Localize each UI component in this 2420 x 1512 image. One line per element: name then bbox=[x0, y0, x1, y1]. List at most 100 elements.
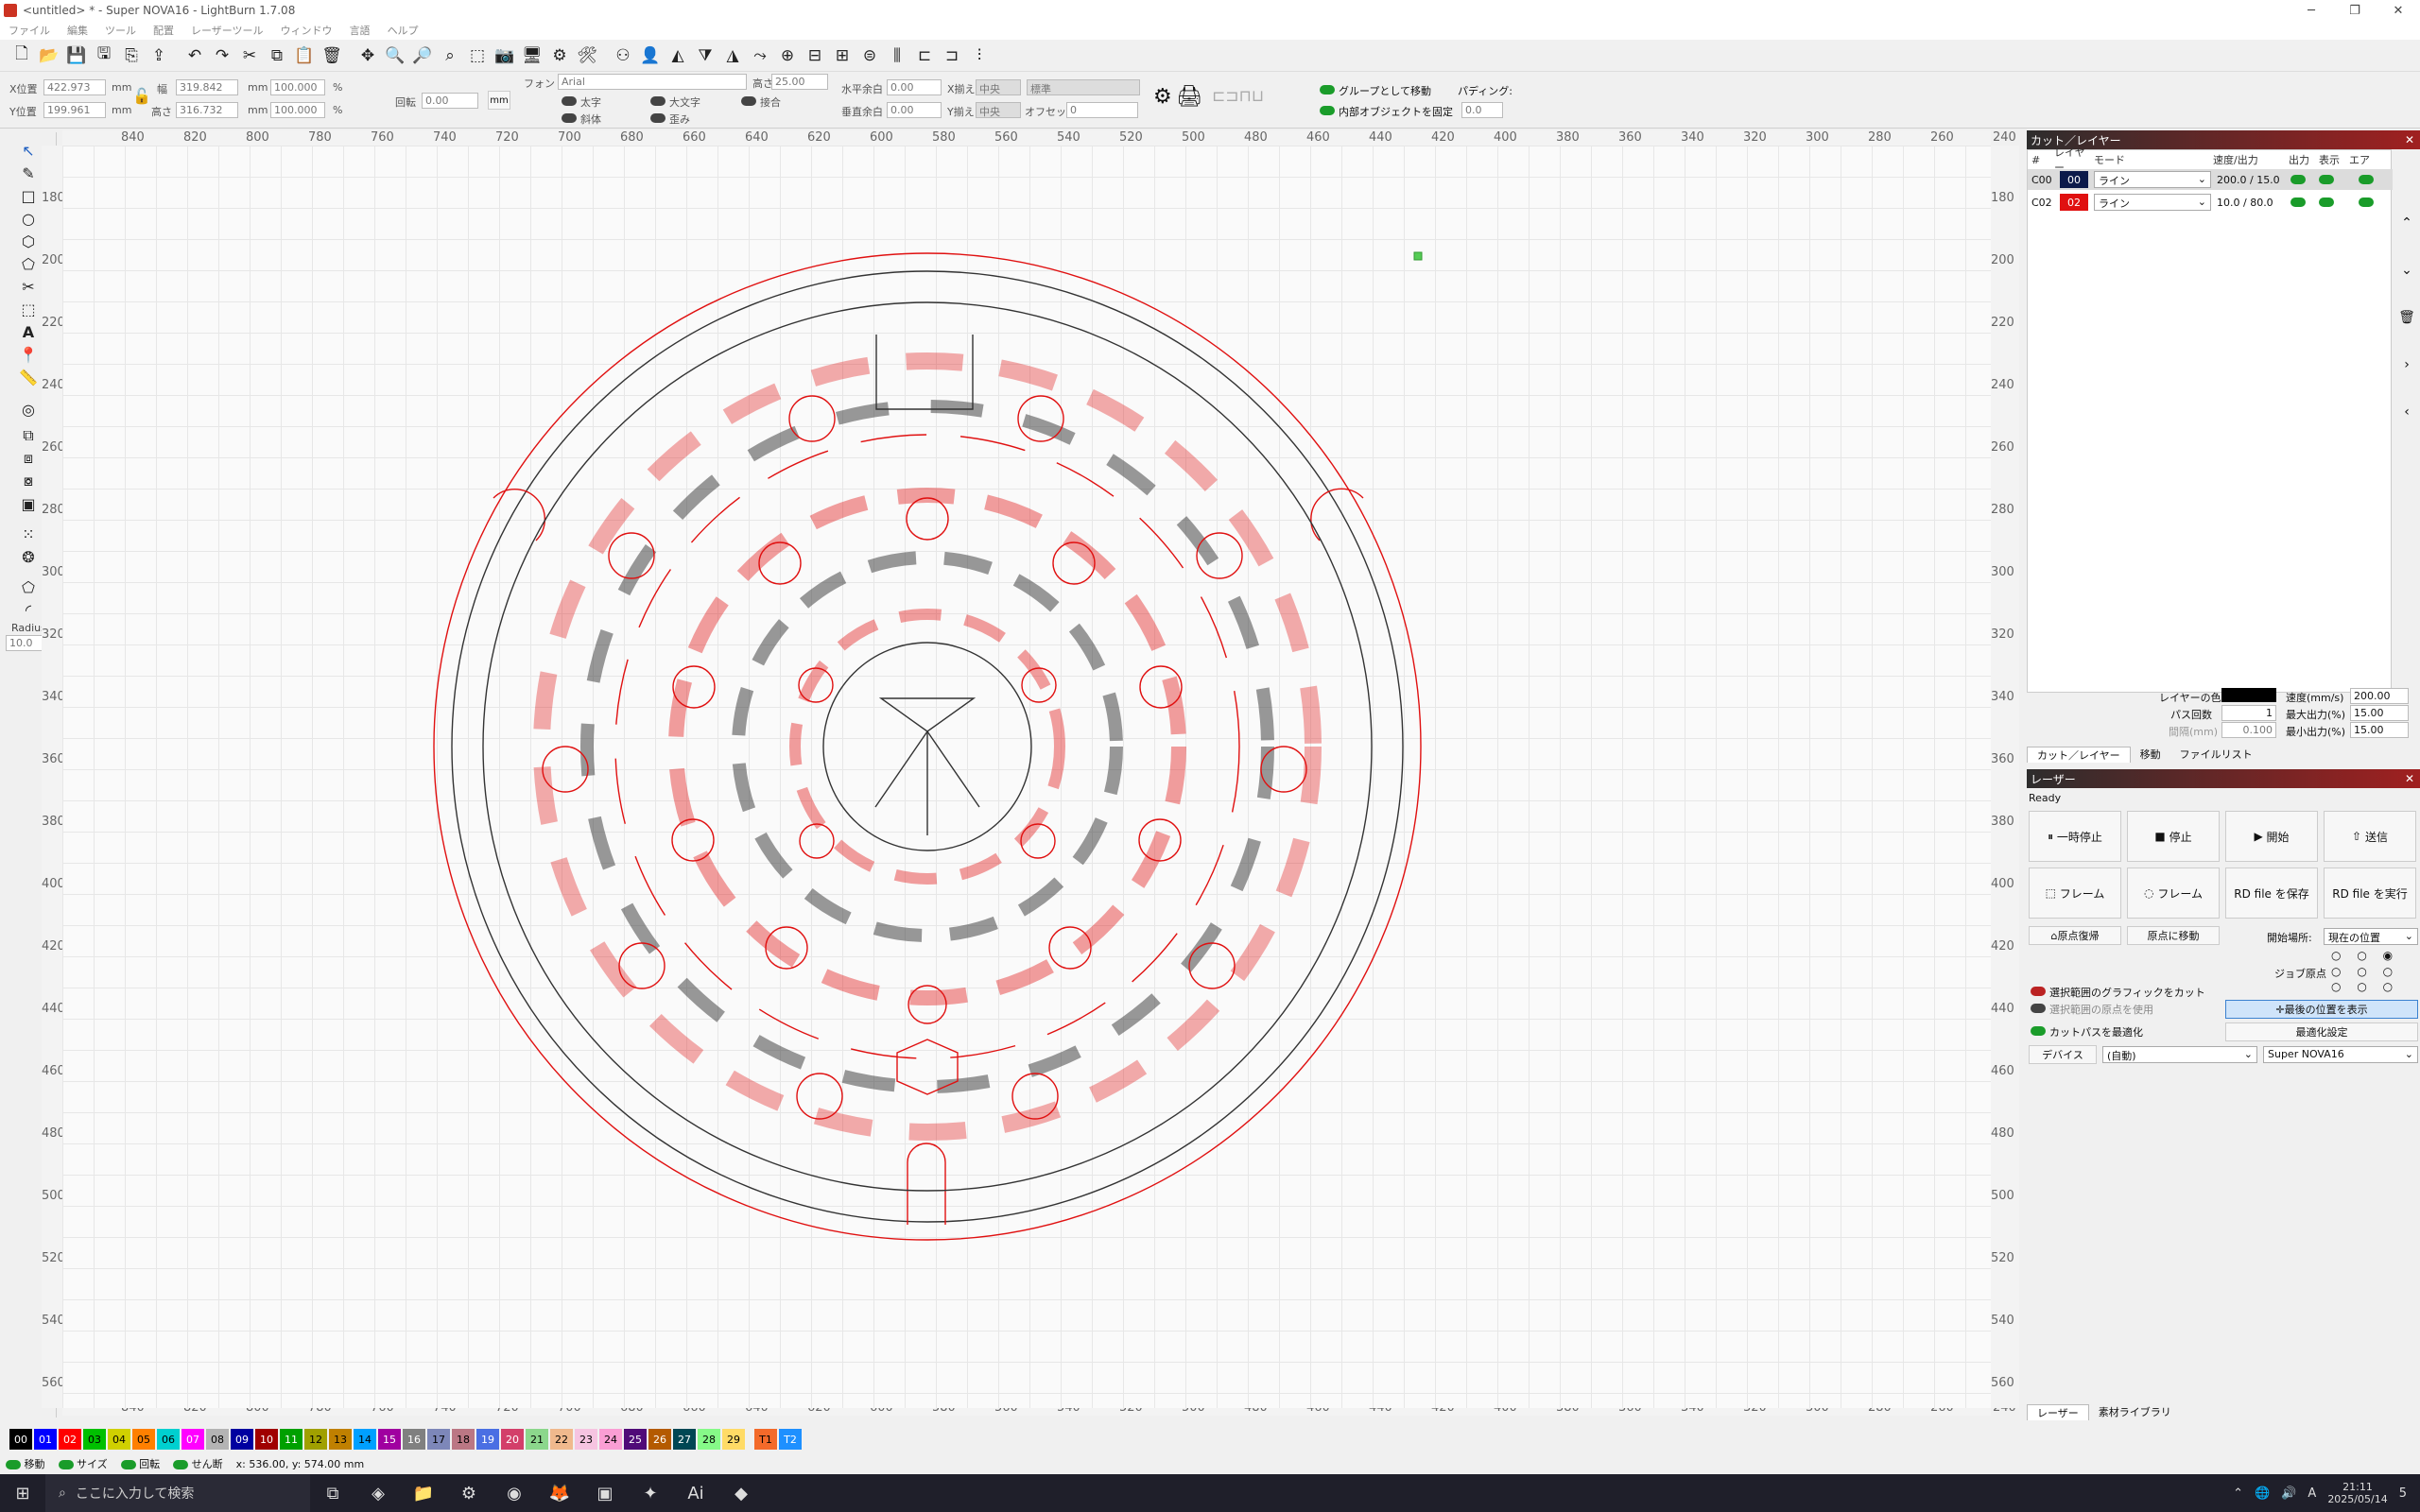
cut-icon[interactable]: ✂ bbox=[237, 43, 262, 68]
status-rotate[interactable]: 回転 bbox=[120, 1456, 160, 1471]
palette-swatch[interactable]: 17 bbox=[427, 1429, 450, 1450]
unit-toggle-button[interactable]: mm bbox=[488, 91, 510, 110]
font-height-field[interactable]: 25.00 bbox=[771, 74, 828, 90]
import-icon[interactable]: ⎘ bbox=[119, 43, 144, 68]
y-position-field[interactable]: 199.961 bbox=[43, 102, 106, 118]
align-middle-icon[interactable]: ⫼ bbox=[885, 43, 909, 68]
hspace-field[interactable]: 0.00 bbox=[887, 79, 942, 95]
close-button[interactable]: ✕ bbox=[2377, 0, 2420, 21]
palette-swatch[interactable]: 20 bbox=[501, 1429, 524, 1450]
zoom-in-icon[interactable]: 🔍 bbox=[383, 43, 407, 68]
vspace-field[interactable]: 0.00 bbox=[887, 102, 942, 118]
settings-gear-icon[interactable]: ⚙ bbox=[446, 1474, 492, 1512]
intersect-icon[interactable]: ▣ bbox=[15, 493, 42, 514]
align-center-icon[interactable]: ⊜ bbox=[857, 43, 882, 68]
app-red-icon[interactable]: ✦ bbox=[628, 1474, 673, 1512]
delete-icon[interactable]: 🗑 bbox=[320, 43, 344, 68]
palette-swatch[interactable]: 14 bbox=[354, 1429, 376, 1450]
volume-icon[interactable]: 🔊 bbox=[2281, 1486, 2296, 1501]
caps-toggle[interactable] bbox=[650, 96, 666, 106]
device-select[interactable]: Super NOVA16 ⌄ bbox=[2263, 1046, 2418, 1063]
palette-swatch[interactable]: 08 bbox=[206, 1429, 229, 1450]
palette-swatch[interactable]: 27 bbox=[673, 1429, 696, 1450]
bold-toggle[interactable] bbox=[562, 96, 577, 106]
palette-swatch[interactable]: 00 bbox=[9, 1429, 32, 1450]
align-icon[interactable]: ⊟ bbox=[803, 43, 827, 68]
layer-show-toggle[interactable] bbox=[2319, 198, 2334, 207]
ellipse-icon[interactable]: ○ bbox=[15, 208, 42, 229]
layer-output-toggle[interactable] bbox=[2290, 198, 2306, 207]
manhole-design[interactable] bbox=[62, 146, 1991, 1408]
palette-swatch[interactable]: T1 bbox=[754, 1429, 777, 1450]
palette-swatch[interactable]: 09 bbox=[231, 1429, 253, 1450]
select-tool-icon[interactable]: ↖ bbox=[15, 140, 42, 161]
speed-field[interactable]: 200.00 bbox=[2350, 688, 2409, 704]
top-notch[interactable] bbox=[875, 335, 974, 410]
layer-row[interactable]: C02 02 ライン ⌄ 10.0 / 80.0 bbox=[2028, 192, 2393, 213]
lock-inner-toggle[interactable] bbox=[1320, 106, 1335, 115]
menu-help[interactable]: ヘルプ bbox=[379, 23, 427, 38]
palette-swatch[interactable]: 24 bbox=[599, 1429, 622, 1450]
offset-icon[interactable]: ◎ bbox=[15, 399, 42, 420]
zoom-page-icon[interactable]: ⬚ bbox=[465, 43, 490, 68]
paste-icon[interactable]: 📋 bbox=[292, 43, 317, 68]
layer-air-toggle[interactable] bbox=[2359, 198, 2374, 207]
bottom-notch[interactable] bbox=[907, 1143, 946, 1225]
flip-vertical-icon[interactable]: ⧩ bbox=[693, 43, 717, 68]
rectangle-icon[interactable]: □ bbox=[15, 185, 42, 206]
palette-swatch[interactable]: 06 bbox=[157, 1429, 180, 1450]
menu-file[interactable]: ファイル bbox=[0, 23, 59, 38]
polygon-icon[interactable]: ⬡ bbox=[15, 231, 42, 251]
trim-icon[interactable]: ✂ bbox=[15, 276, 42, 297]
rotate-field[interactable]: 0.00 bbox=[422, 93, 478, 109]
windows-start-icon[interactable]: ⊞ bbox=[0, 1474, 45, 1512]
app-window-icon[interactable]: ▣ bbox=[582, 1474, 628, 1512]
right-ear[interactable] bbox=[1310, 488, 1364, 541]
redo-icon[interactable]: ↷ bbox=[210, 43, 234, 68]
offset-field[interactable]: 0 bbox=[1066, 102, 1138, 118]
palette-swatch[interactable]: 29 bbox=[722, 1429, 745, 1450]
status-move[interactable]: 移動 bbox=[6, 1456, 45, 1471]
layer-mode-select[interactable]: ライン ⌄ bbox=[2094, 194, 2211, 211]
padding-field[interactable]: 0.0 bbox=[1461, 102, 1503, 118]
collapse-left-icon[interactable]: ‹ bbox=[2404, 404, 2410, 420]
x-position-field[interactable]: 422.973 bbox=[43, 79, 106, 95]
optimize-settings-button[interactable]: 最適化設定 bbox=[2225, 1022, 2418, 1041]
palette-swatch[interactable]: 03 bbox=[83, 1429, 106, 1450]
max-power-field[interactable]: 15.00 bbox=[2350, 705, 2409, 721]
palette-swatch[interactable]: 16 bbox=[403, 1429, 425, 1450]
layer-mode-select[interactable]: ライン ⌄ bbox=[2094, 171, 2211, 188]
layer-row[interactable]: C00 00 ライン ⌄ 200.0 / 15.0 bbox=[2028, 169, 2393, 190]
corner-icon[interactable]: ◜ bbox=[15, 599, 42, 620]
layer-up-icon[interactable]: ⌃ bbox=[2401, 215, 2412, 231]
lock-icon[interactable]: 🔓 bbox=[132, 87, 151, 105]
illustrator-icon[interactable]: Ai bbox=[673, 1474, 718, 1512]
line-icon[interactable]: ⬠ bbox=[15, 253, 42, 274]
menu-edit[interactable]: 編集 bbox=[59, 23, 96, 38]
laser-panel-close-icon[interactable]: ✕ bbox=[2405, 772, 2420, 785]
palette-swatch[interactable]: 02 bbox=[59, 1429, 81, 1450]
lightburn-taskbar-icon[interactable]: ◆ bbox=[718, 1474, 764, 1512]
palette-swatch[interactable]: 10 bbox=[255, 1429, 278, 1450]
palette-swatch[interactable]: 18 bbox=[452, 1429, 475, 1450]
camera-icon[interactable]: 📷 bbox=[493, 43, 517, 68]
menu-language[interactable]: 言語 bbox=[341, 23, 379, 38]
palette-swatch[interactable]: 21 bbox=[526, 1429, 548, 1450]
tray-chevron-icon[interactable]: ⌃ bbox=[2233, 1486, 2243, 1501]
tab-laser[interactable]: レーザー bbox=[2027, 1403, 2089, 1420]
position-icon[interactable]: ⬚ bbox=[15, 299, 42, 319]
mirror-icon[interactable]: ◮ bbox=[720, 43, 745, 68]
center-emblem[interactable] bbox=[874, 697, 980, 835]
zoom-fit-icon[interactable]: ⌕ bbox=[438, 43, 462, 68]
minimize-button[interactable]: ─ bbox=[2290, 0, 2333, 21]
run-rd-button[interactable]: RD file を実行 bbox=[2324, 868, 2416, 919]
design-canvas[interactable] bbox=[62, 146, 1991, 1408]
taskbar-search[interactable]: ⌕ ここに入力して検索 bbox=[45, 1474, 310, 1512]
palette-swatch[interactable]: 19 bbox=[476, 1429, 499, 1450]
save-icon[interactable]: 💾 bbox=[64, 43, 89, 68]
status-size[interactable]: サイズ bbox=[58, 1456, 108, 1471]
maximize-button[interactable]: ❐ bbox=[2333, 0, 2377, 21]
layer-output-toggle[interactable] bbox=[2290, 175, 2306, 184]
layer-show-toggle[interactable] bbox=[2319, 175, 2334, 184]
tab-file-list[interactable]: ファイルリスト bbox=[2170, 747, 2262, 762]
